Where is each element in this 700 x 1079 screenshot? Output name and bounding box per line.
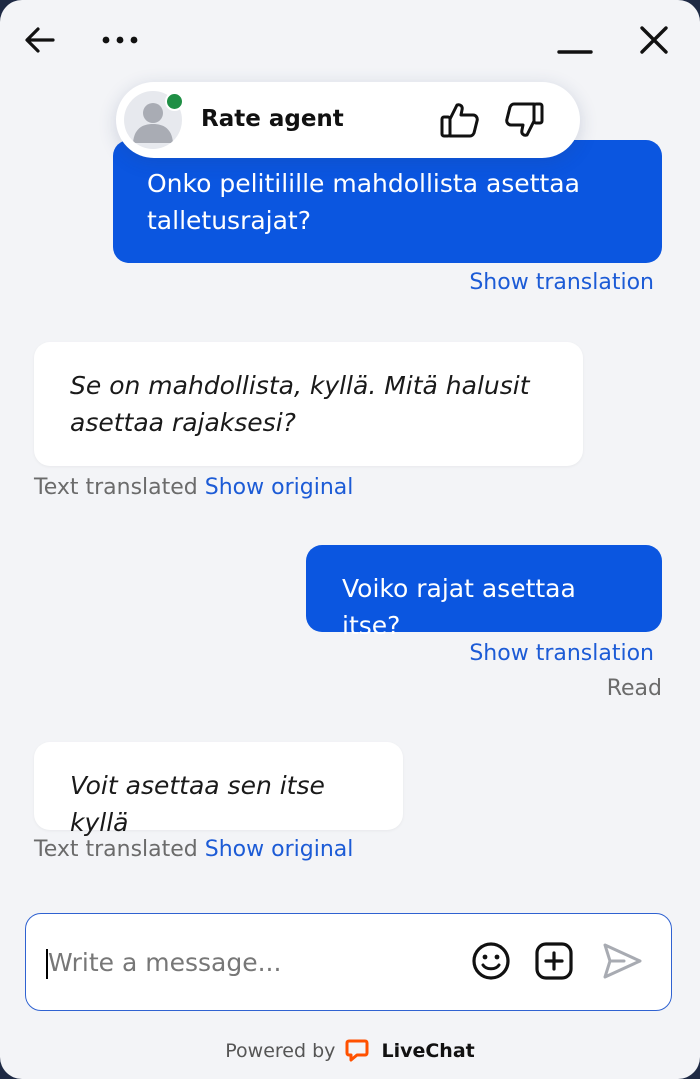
more-dots-icon [102, 36, 138, 44]
close-button[interactable] [632, 18, 676, 62]
rate-agent-label: Rate agent [201, 106, 344, 132]
show-translation-link[interactable]: Show translation [469, 270, 654, 295]
powered-by-footer[interactable]: Powered by LiveChat [0, 1038, 700, 1062]
message-composer [25, 913, 672, 1011]
powered-by-label: Powered by [225, 1040, 336, 1062]
visitor-message: Onko pelitilille mahdollista asettaa tal… [113, 140, 662, 263]
show-original-link[interactable]: Show original [205, 475, 354, 500]
minimize-button[interactable] [553, 18, 597, 62]
thumbs-down-icon [505, 102, 544, 137]
chat-header [0, 0, 700, 80]
arrow-left-icon [25, 27, 55, 53]
more-options-button[interactable] [98, 18, 142, 62]
translation-note: Text translated Show original [34, 475, 353, 500]
message-text: Voit asettaa sen itse kyllä [70, 771, 325, 837]
message-text: Voiko rajat asettaa itse? [342, 574, 576, 640]
add-attachment-button[interactable] [532, 939, 576, 983]
read-status: Read [606, 676, 662, 701]
emoji-icon [472, 942, 510, 980]
agent-message: Se on mahdollista, kyllä. Mitä halusit a… [34, 342, 583, 466]
send-button[interactable] [600, 939, 644, 983]
livechat-logo-icon [345, 1039, 369, 1062]
emoji-button[interactable] [469, 939, 513, 983]
message-input[interactable] [46, 940, 448, 984]
show-translation-link[interactable]: Show translation [469, 641, 654, 666]
send-icon [603, 943, 642, 979]
chat-window: Onko pelitilille mahdollista asettaa tal… [0, 0, 700, 1079]
visitor-message: Voiko rajat asettaa itse? [306, 545, 662, 640]
minimize-icon [557, 50, 593, 54]
thumbs-up-icon [440, 103, 479, 138]
thumbs-up-button[interactable] [439, 99, 481, 141]
online-status-dot [165, 92, 184, 111]
text-caret [46, 949, 48, 979]
translation-note: Text translated Show original [34, 837, 353, 862]
thumbs-down-button[interactable] [503, 99, 545, 141]
text-translated-label: Text translated [34, 475, 198, 500]
message-text: Onko pelitilille mahdollista asettaa tal… [147, 169, 580, 235]
text-translated-label: Text translated [34, 837, 198, 862]
message-text: Se on mahdollista, kyllä. Mitä halusit a… [70, 371, 530, 437]
back-button[interactable] [18, 18, 62, 62]
close-icon [640, 26, 668, 54]
rate-agent-bar: Rate agent [116, 82, 580, 158]
livechat-brand-label: LiveChat [381, 1040, 475, 1062]
agent-message: Voit asettaa sen itse kyllä [34, 742, 403, 837]
add-attachment-icon [535, 942, 573, 980]
show-original-link[interactable]: Show original [205, 837, 354, 862]
